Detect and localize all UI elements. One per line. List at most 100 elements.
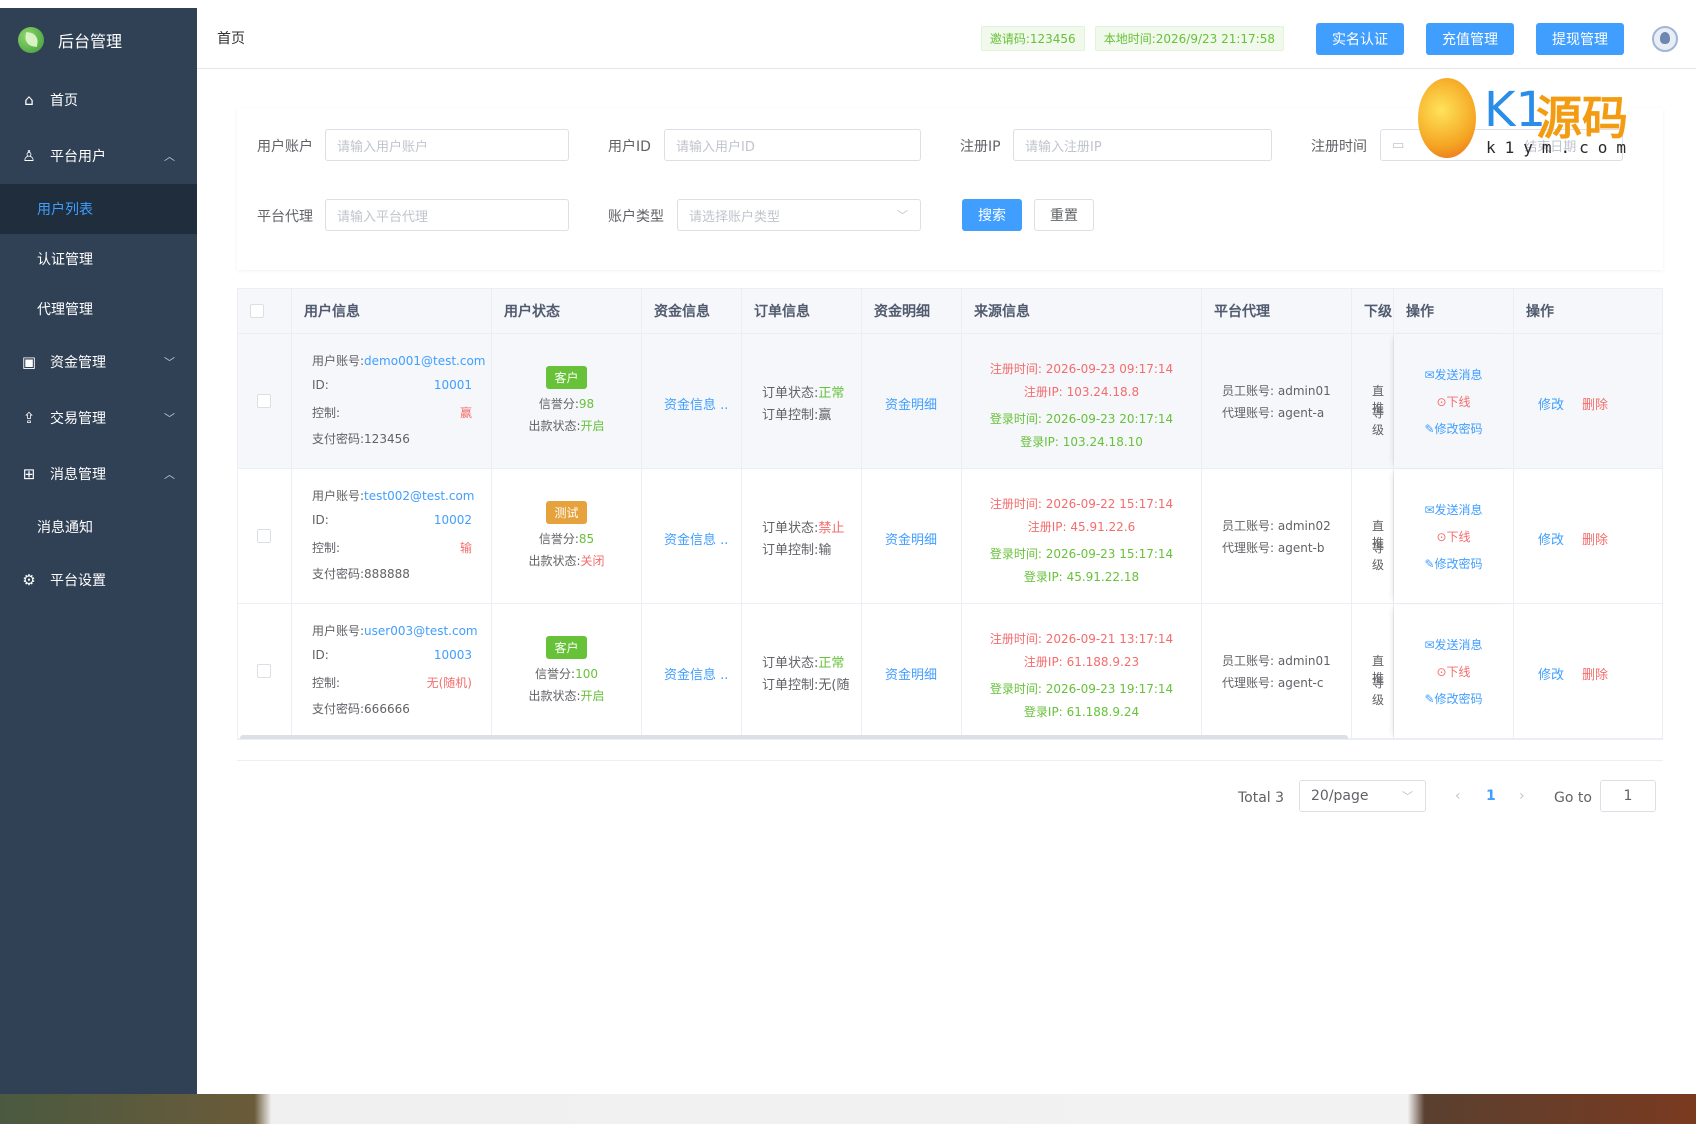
pagination-total: Total 3 (1238, 790, 1285, 806)
credit-value: 100 (575, 667, 598, 681)
reg-ip-label: 注册IP: (1023, 385, 1063, 399)
sidebar-item-trades[interactable]: ⇪ 交易管理 ﹀ (0, 390, 197, 446)
login-time-value: 2026-09-23 19:17:14 (1045, 682, 1174, 696)
fund-detail-link[interactable]: 资金明细 (885, 529, 937, 548)
send-message-button[interactable]: ✉发送消息 (1394, 636, 1513, 653)
row-checkbox[interactable] (257, 394, 271, 408)
login-ip-label: 登录IP: (1023, 570, 1063, 584)
table-row: 用户账号:demo001@test.com ID: 10001 控制: 赢 支付密码… (238, 334, 1662, 469)
staff-value: admin02 (1277, 519, 1331, 533)
select-all-checkbox[interactable] (250, 304, 264, 318)
login-ip-label: 登录IP: (1020, 435, 1059, 449)
sidebar-item-settings[interactable]: ⚙ 平台设置 (0, 552, 197, 608)
order-info-cell: 订单状态:禁止 订单控制:输 (742, 469, 862, 604)
edit-button[interactable]: 修改 (1538, 394, 1564, 413)
current-page[interactable]: 1 (1486, 788, 1496, 804)
horizontal-scrollbar[interactable] (240, 735, 1348, 739)
page-size-select[interactable]: 20/page ﹀ (1299, 780, 1426, 812)
fund-info-link[interactable]: 资金信息 .. (664, 664, 728, 683)
order-status-value: 禁止 (818, 521, 845, 536)
change-password-label: 修改密码 (1434, 422, 1483, 436)
search-button[interactable]: 搜索 (962, 199, 1022, 231)
verify-button[interactable]: 实名认证 (1316, 22, 1404, 55)
id-value: 10002 (433, 513, 472, 527)
col-fund-info: 资金信息 (642, 289, 742, 334)
user-id-input[interactable]: 请输入用户ID (664, 129, 921, 161)
pay-password-label: 支付密码: (312, 567, 365, 581)
user-info-cell: 用户账号:test002@test.com ID: 10002 控制: 输 支付密码… (292, 469, 492, 604)
offline-button[interactable]: ⊙下线 (1394, 393, 1513, 410)
avatar[interactable] (1652, 25, 1678, 52)
payout-value: 关闭 (580, 554, 605, 568)
edit-button[interactable]: 修改 (1538, 529, 1564, 548)
sidebar-subitem-notices[interactable]: 消息通知 (0, 502, 197, 552)
id-label: ID: (312, 513, 329, 527)
account-input[interactable]: 请输入用户账户 (325, 129, 569, 161)
delete-button[interactable]: 删除 (1582, 394, 1608, 413)
fund-info-link[interactable]: 资金信息 .. (664, 394, 728, 413)
sidebar-subitem-verification[interactable]: 认证管理 (0, 234, 197, 284)
logo: 后台管理 (0, 8, 197, 72)
staff-label: 员工账号: (1222, 519, 1275, 533)
account-value[interactable]: user003@test.com (364, 624, 478, 638)
order-status-value: 正常 (818, 386, 845, 401)
reset-button[interactable]: 重置 (1034, 199, 1094, 231)
change-password-button[interactable]: ✎修改密码 (1394, 420, 1513, 437)
sidebar-item-funds[interactable]: ▣ 资金管理 ﹀ (0, 334, 197, 390)
account-value[interactable]: test002@test.com (364, 489, 474, 503)
mail-icon: ✉ (1424, 638, 1435, 652)
control-value: 无(随机) (426, 676, 472, 690)
sidebar-item-platform-users[interactable]: ♙ 平台用户 ︿ (0, 128, 197, 184)
row-checkbox[interactable] (257, 529, 271, 543)
subordinate-level: 等级 (1372, 676, 1385, 707)
col-platform-agent: 平台代理 (1202, 289, 1352, 334)
leaf-logo-icon (18, 27, 44, 53)
fund-info-link[interactable]: 资金信息 .. (664, 529, 728, 548)
account-label: 用户账户 (257, 139, 313, 155)
edit-button[interactable]: 修改 (1538, 664, 1564, 683)
reg-ip-label: 注册IP (960, 139, 1001, 155)
prev-page-icon[interactable]: ‹ (1455, 788, 1461, 804)
row-checkbox[interactable] (257, 664, 271, 678)
change-password-button[interactable]: ✎修改密码 (1394, 555, 1513, 572)
send-message-button[interactable]: ✉发送消息 (1394, 501, 1513, 518)
fund-detail-link[interactable]: 资金明细 (885, 394, 937, 413)
sidebar-subitem-user-list[interactable]: 用户列表 (0, 184, 197, 234)
payout-value: 开启 (580, 689, 605, 703)
staff-label: 员工账号: (1222, 654, 1275, 668)
platform-agent-cell: 员工账号: admin01 代理账号: agent-a (1202, 334, 1352, 469)
account-type-placeholder: 请选择账户类型 (689, 209, 781, 225)
agent-input[interactable]: 请输入平台代理 (325, 199, 569, 231)
pagination-divider (237, 760, 1663, 761)
user-info-cell: 用户账号:demo001@test.com ID: 10001 控制: 赢 支付密码… (292, 334, 492, 469)
recharge-button[interactable]: 充值管理 (1426, 22, 1514, 55)
account-type-select[interactable]: 请选择账户类型 ﹀ (677, 199, 921, 231)
offline-button[interactable]: ⊙下线 (1394, 663, 1513, 680)
account-value[interactable]: demo001@test.com (364, 354, 485, 368)
goto-page-input[interactable]: 1 (1600, 780, 1656, 812)
send-message-button[interactable]: ✉发送消息 (1394, 366, 1513, 383)
id-value: 10001 (433, 378, 472, 392)
platform-agent-cell: 员工账号: admin01 代理账号: agent-c (1202, 604, 1352, 739)
delete-button[interactable]: 删除 (1582, 529, 1608, 548)
withdraw-button[interactable]: 提现管理 (1536, 22, 1624, 55)
reg-ip-input[interactable]: 请输入注册IP (1013, 129, 1272, 161)
sidebar-subitem-agents[interactable]: 代理管理 (0, 284, 197, 334)
reg-ip-value: 103.24.18.8 (1066, 385, 1140, 399)
change-password-button[interactable]: ✎修改密码 (1394, 690, 1513, 707)
next-page-icon[interactable]: › (1519, 788, 1525, 804)
offline-button[interactable]: ⊙下线 (1394, 528, 1513, 545)
subordinate-cell: 直推 等级 (1352, 334, 1394, 469)
mail-icon: ✉ (1424, 503, 1435, 517)
sidebar-item-messages[interactable]: ⊞ 消息管理 ︿ (0, 446, 197, 502)
payout-label: 出款状态: (528, 554, 581, 568)
sidebar-item-label: 资金管理 (50, 355, 106, 371)
sidebar-item-home[interactable]: ⌂ 首页 (0, 72, 197, 128)
delete-button[interactable]: 删除 (1582, 664, 1608, 683)
agent-value: agent-a (1277, 406, 1325, 420)
reg-time-value: 2026-09-22 15:17:14 (1045, 497, 1174, 511)
local-time-tag: 本地时间:2026/9/23 21:17:58 (1094, 26, 1284, 51)
fund-detail-cell: 资金明细 (862, 604, 962, 739)
breadcrumb[interactable]: 首页 (217, 28, 245, 48)
fund-detail-link[interactable]: 资金明细 (885, 664, 937, 683)
